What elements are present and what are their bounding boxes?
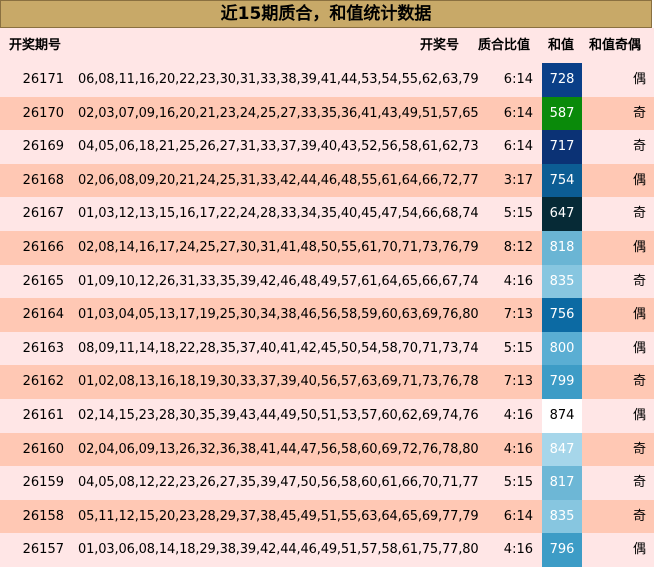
cell-numbers: 02,14,15,23,28,30,35,39,43,44,49,50,51,5… [78,407,479,423]
cell-ratio: 7:13 [503,374,533,390]
cell-parity: 奇 [632,441,646,457]
cell-numbers: 04,05,08,12,22,23,26,27,35,39,47,50,56,5… [78,475,479,491]
cell-period: 26169 [22,139,64,155]
cell-parity: 偶 [632,239,646,255]
cell-ratio: 6:14 [503,139,533,155]
cell-period: 26163 [22,340,64,356]
cell-numbers: 01,03,12,13,15,16,17,22,24,28,33,34,35,4… [78,206,479,222]
cell-ratio: 6:14 [503,72,533,87]
cell-numbers: 01,09,10,12,26,31,33,35,39,42,46,48,49,5… [78,273,479,289]
cell-sum: 800 [542,331,582,366]
cell-period: 26159 [22,475,64,491]
cell-parity: 奇 [632,105,646,121]
cell-parity: 偶 [632,72,646,87]
table-row: 26160 02,04,06,09,13,26,32,36,38,41,44,47… [0,432,654,467]
cell-parity: 偶 [632,542,646,558]
header-numbers: 开奖号 [420,38,460,53]
header-ratio: 质合比值 [478,38,531,53]
table-row: 26165 01,09,10,12,26,31,33,35,39,42,46,48… [0,264,654,299]
cell-ratio: 6:14 [503,105,533,121]
cell-period: 26171 [22,72,64,87]
cell-ratio: 4:16 [503,273,533,289]
stats-table: 近15期质合，和值统计数据 开奖期号 开奖号 质合比值 和值 和值奇偶 2617… [0,0,654,574]
cell-sum: 756 [542,298,582,332]
cell-sum: 647 [542,197,582,231]
cell-sum: 835 [542,499,582,534]
table-title: 近15期质合，和值统计数据 [0,0,652,28]
cell-period: 26161 [22,407,64,423]
cell-period: 26162 [22,374,64,390]
table-row: 26157 01,03,06,08,14,18,29,38,39,42,44,46… [0,533,654,567]
cell-period: 26170 [22,105,64,121]
header-parity: 和值奇偶 [589,38,642,53]
cell-parity: 偶 [632,340,646,356]
cell-ratio: 8:12 [503,239,533,255]
cell-parity: 奇 [632,139,646,155]
table-row: 26170 02,03,07,09,16,20,21,23,24,25,27,33… [0,96,654,131]
table-row: 26164 01,03,04,05,13,17,19,25,30,34,38,46… [0,298,654,332]
cell-numbers: 02,03,07,09,16,20,21,23,24,25,27,33,35,3… [78,105,479,121]
cell-ratio: 4:16 [503,542,533,558]
cell-sum: 818 [542,230,582,265]
cell-period: 26160 [22,441,64,457]
table-row: 26159 04,05,08,12,22,23,26,27,35,39,47,50… [0,466,654,500]
table-row: 26163 08,09,11,14,18,22,28,35,37,40,41,42… [0,331,654,366]
cell-period: 26166 [22,239,64,255]
cell-ratio: 3:17 [503,172,533,188]
cell-parity: 偶 [632,407,646,423]
cell-numbers: 06,08,11,16,20,22,23,30,31,33,38,39,41,4… [78,72,479,87]
cell-sum: 754 [542,163,582,198]
table-body: 26171 06,08,11,16,20,22,23,30,31,33,38,39… [0,63,654,567]
cell-ratio: 6:14 [503,508,533,524]
cell-ratio: 4:16 [503,441,533,457]
cell-numbers: 02,06,08,09,20,21,24,25,31,33,42,44,46,4… [78,172,479,188]
cell-period: 26168 [22,172,64,188]
cell-period: 26165 [22,273,64,289]
cell-parity: 偶 [632,307,646,323]
table-header: 开奖期号 开奖号 质合比值 和值 和值奇偶 [0,28,654,63]
cell-numbers: 02,08,14,16,17,24,25,27,30,31,41,48,50,5… [78,239,479,255]
cell-sum: 587 [542,96,582,131]
table-row: 26171 06,08,11,16,20,22,23,30,31,33,38,39… [0,63,654,97]
cell-parity: 奇 [632,475,646,491]
cell-numbers: 05,11,12,15,20,23,28,29,37,38,45,49,51,5… [78,508,479,524]
table-row: 26168 02,06,08,09,20,21,24,25,31,33,42,44… [0,163,654,198]
cell-ratio: 5:15 [503,340,533,356]
header-sum: 和值 [548,38,575,53]
table-row: 26167 01,03,12,13,15,16,17,22,24,28,33,34… [0,197,654,231]
cell-ratio: 5:15 [503,206,533,222]
cell-numbers: 08,09,11,14,18,22,28,35,37,40,41,42,45,5… [78,340,479,356]
cell-parity: 奇 [632,374,646,390]
cell-parity: 奇 [632,273,646,289]
cell-sum: 799 [542,365,582,399]
cell-parity: 奇 [632,508,646,524]
cell-period: 26157 [22,542,64,558]
cell-numbers: 01,03,04,05,13,17,19,25,30,34,38,46,56,5… [78,307,479,323]
cell-numbers: 02,04,06,09,13,26,32,36,38,41,44,47,56,5… [78,441,479,457]
cell-parity: 奇 [632,206,646,222]
cell-sum: 796 [542,533,582,567]
table-row: 26161 02,14,15,23,28,30,35,39,43,44,49,50… [0,398,654,433]
cell-parity: 偶 [632,172,646,188]
cell-period: 26158 [22,508,64,524]
table-row: 26158 05,11,12,15,20,23,28,29,37,38,45,49… [0,499,654,534]
cell-period: 26167 [22,206,64,222]
table-row: 26166 02,08,14,16,17,24,25,27,30,31,41,48… [0,230,654,265]
cell-sum: 835 [542,264,582,299]
header-period: 开奖期号 [9,38,62,53]
cell-ratio: 4:16 [503,407,533,423]
table-row: 26169 04,05,06,18,21,25,26,27,31,33,37,39… [0,130,654,164]
cell-sum: 874 [542,398,582,433]
cell-sum: 728 [542,63,582,97]
cell-sum: 717 [542,130,582,164]
cell-sum: 817 [542,466,582,500]
cell-period: 26164 [22,307,64,323]
cell-ratio: 7:13 [503,307,533,323]
cell-numbers: 01,02,08,13,16,18,19,30,33,37,39,40,56,5… [78,374,479,390]
table-row: 26162 01,02,08,13,16,18,19,30,33,37,39,40… [0,365,654,399]
cell-numbers: 01,03,06,08,14,18,29,38,39,42,44,46,49,5… [78,542,479,558]
cell-sum: 847 [542,432,582,467]
cell-numbers: 04,05,06,18,21,25,26,27,31,33,37,39,40,4… [78,139,479,155]
cell-ratio: 5:15 [503,475,533,491]
